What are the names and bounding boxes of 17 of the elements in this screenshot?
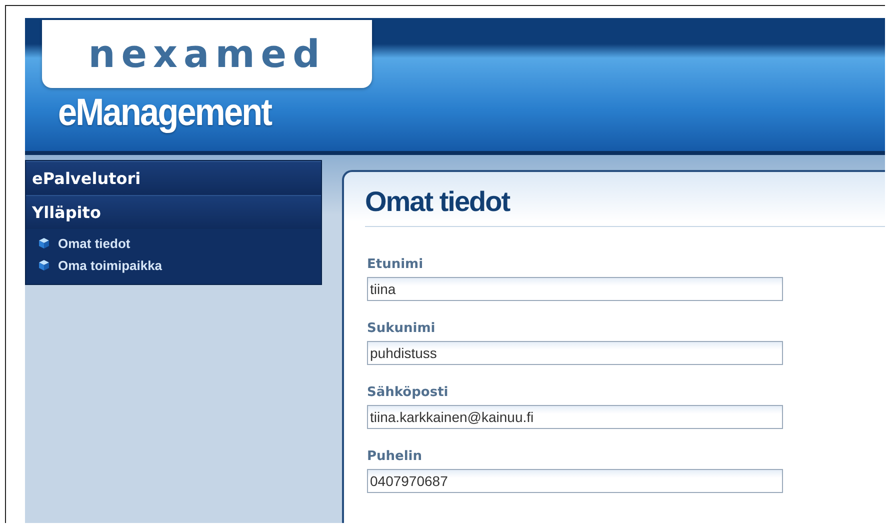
menu-section[interactable]: ePalvelutori — [26, 161, 321, 195]
menu-link[interactable]: Omat tiedot — [58, 236, 130, 250]
menu-section[interactable]: Ylläpito — [26, 195, 321, 229]
field-label: Sähköposti — [367, 385, 450, 400]
product-title: eManagement — [58, 92, 273, 135]
input-field[interactable]: puhdistuss — [367, 341, 783, 365]
field-label: Puhelin — [367, 449, 424, 464]
input-field[interactable]: tiina — [367, 277, 783, 301]
cube-icon — [38, 237, 50, 249]
logo-text: nexamed — [88, 32, 326, 76]
field-label: Etunimi — [367, 257, 424, 272]
field-label: Sukunimi — [367, 321, 436, 336]
input-field[interactable]: 0407970687 — [367, 469, 783, 493]
cube-icon — [38, 259, 50, 271]
input-field[interactable]: tiina.karkkainen@kainuu.fi — [367, 405, 783, 429]
menu-link[interactable]: Oma toimipaikka — [58, 258, 162, 272]
page-title: Omat tiedot — [365, 186, 885, 227]
